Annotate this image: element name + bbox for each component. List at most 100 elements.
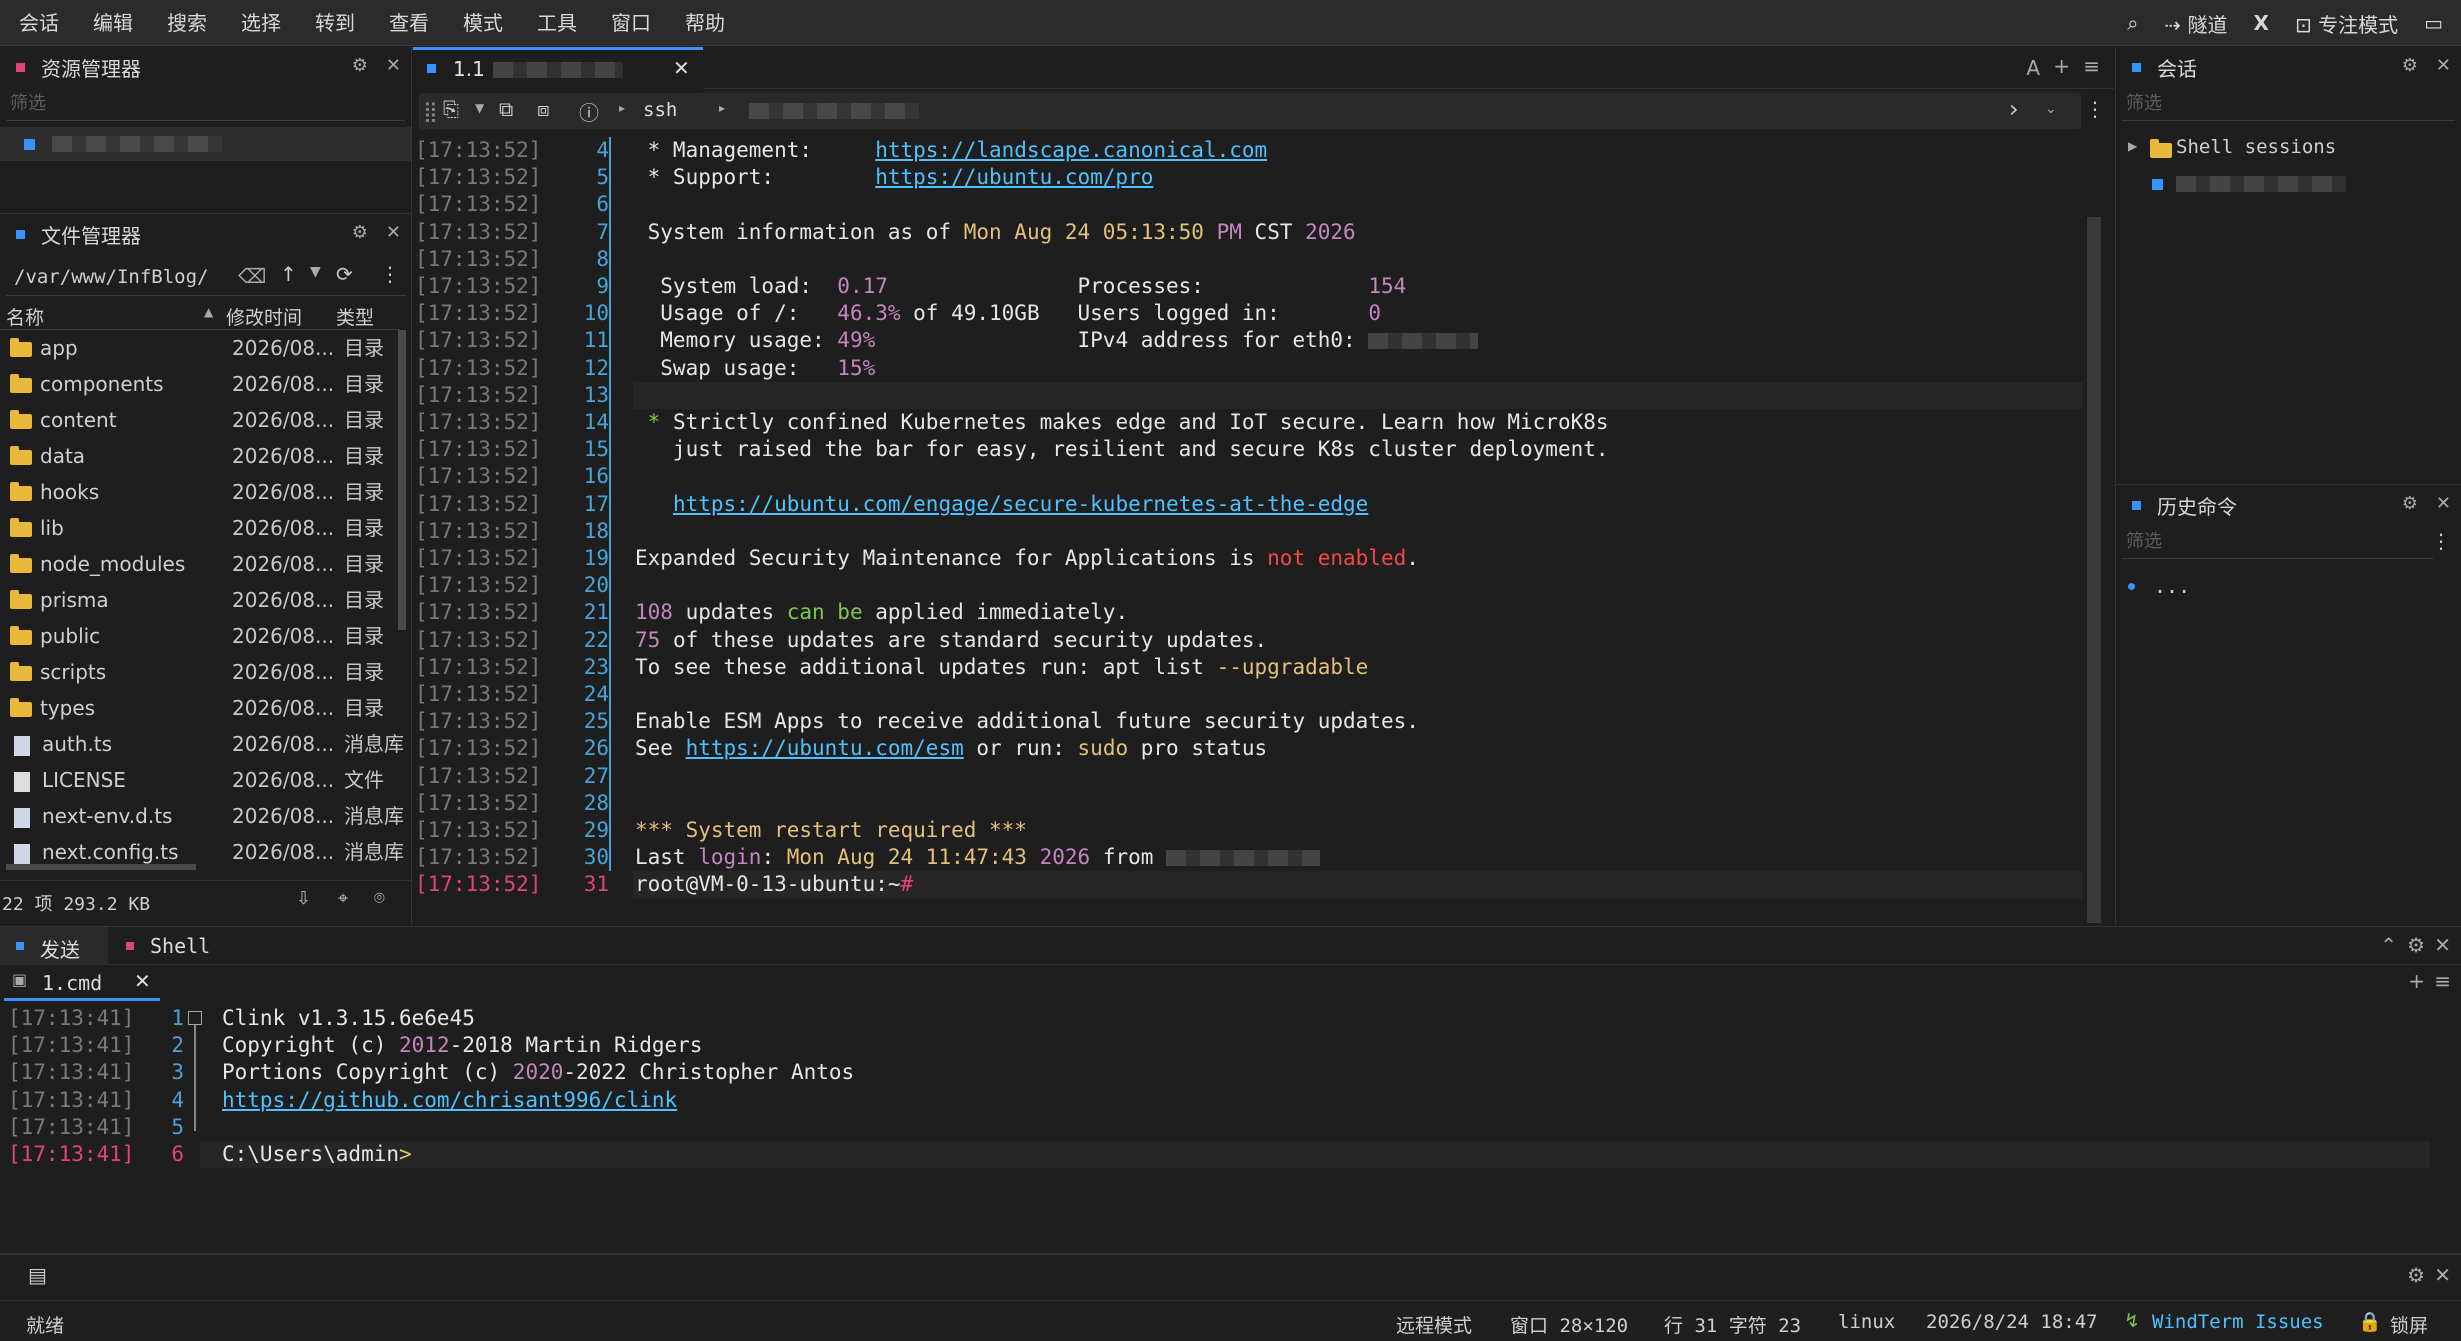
subtab-close-icon[interactable]: ✕ bbox=[134, 969, 151, 993]
column-type[interactable]: 类型 bbox=[336, 303, 374, 330]
menu-item-0[interactable]: 会话 bbox=[2, 0, 76, 46]
reconnect-icon[interactable]: ⧈ bbox=[537, 97, 550, 121]
file-row[interactable]: LICENSE 2026/08... 文件 bbox=[0, 762, 411, 798]
file-list-scrollbar[interactable] bbox=[398, 330, 406, 630]
gear-icon[interactable]: ⚙ bbox=[2407, 1263, 2425, 1287]
chevron-down-icon[interactable]: ⌄ bbox=[2045, 101, 2057, 117]
font-size-button[interactable]: A bbox=[2026, 56, 2040, 80]
column-name[interactable]: 名称 bbox=[6, 303, 44, 330]
file-row[interactable]: app 2026/08... 目录 bbox=[0, 330, 411, 366]
file-row[interactable]: prisma 2026/08... 目录 bbox=[0, 582, 411, 618]
add-tab-icon[interactable]: + bbox=[2053, 54, 2070, 78]
refresh-icon[interactable]: ⟳ bbox=[336, 262, 353, 286]
chevron-up-icon[interactable]: ⌃ bbox=[2380, 933, 2397, 957]
status-os[interactable]: linux bbox=[1838, 1311, 1895, 1333]
location-icon[interactable]: ⌖ bbox=[338, 888, 348, 909]
tunnel-button[interactable]: ⇢ 隧道 bbox=[2164, 9, 2227, 38]
tab-close-icon[interactable]: ✕ bbox=[673, 56, 690, 80]
menu-item-4[interactable]: 转到 bbox=[298, 0, 372, 46]
gear-icon[interactable]: ⚙ bbox=[2402, 55, 2418, 76]
status-remote-mode[interactable]: 远程模式 bbox=[1396, 1311, 1472, 1338]
column-mtime[interactable]: 修改时间 bbox=[226, 303, 302, 330]
menu-icon[interactable]: ≡ bbox=[2434, 969, 2451, 993]
terminal-link[interactable]: https://landscape.canonical.com bbox=[875, 138, 1267, 162]
chevron-down-icon[interactable]: ▼ bbox=[475, 101, 484, 115]
file-row[interactable]: public 2026/08... 目录 bbox=[0, 618, 411, 654]
close-icon[interactable]: ✕ bbox=[2434, 1263, 2451, 1287]
subtab-cmd[interactable]: ▣ 1.cmd ✕ bbox=[4, 965, 160, 1001]
chevron-right-icon[interactable]: › bbox=[2009, 95, 2019, 123]
menu-icon[interactable]: ≡ bbox=[2083, 54, 2100, 78]
more-icon[interactable]: ⋮ bbox=[2085, 97, 2105, 121]
document-icon[interactable]: ▤ bbox=[28, 1263, 47, 1287]
cmd-output[interactable]: [17:13:41] 1 Clink v1.3.15.6e6e45 [17:13:41… bbox=[0, 1005, 2440, 1205]
ssh-breadcrumb[interactable]: ssh bbox=[643, 99, 677, 121]
expand-arrow-icon[interactable]: ▶ bbox=[2128, 139, 2137, 153]
search-icon[interactable]: ⌕ bbox=[2127, 11, 2138, 35]
terminal-link[interactable]: https://github.com/chrisant996/clink bbox=[222, 1088, 677, 1112]
file-row[interactable]: auth.ts 2026/08... 消息库 bbox=[0, 726, 411, 762]
menu-item-1[interactable]: 编辑 bbox=[76, 0, 150, 46]
file-row[interactable]: scripts 2026/08... 目录 bbox=[0, 654, 411, 690]
new-session-icon[interactable]: ⎘ bbox=[443, 97, 459, 121]
history-filter-input[interactable]: 筛选 bbox=[2122, 525, 2433, 559]
close-icon[interactable]: ✕ bbox=[2434, 933, 2451, 957]
issues-link[interactable]: WindTerm Issues bbox=[2152, 1311, 2324, 1333]
window-icon[interactable]: ▭ bbox=[2424, 11, 2443, 35]
resource-item[interactable] bbox=[0, 127, 411, 161]
close-icon[interactable]: ✕ bbox=[2436, 493, 2451, 514]
terminal-link[interactable]: https://ubuntu.com/engage/secure-kuberne… bbox=[673, 492, 1368, 516]
menu-item-5[interactable]: 查看 bbox=[372, 0, 446, 46]
download-icon[interactable]: ⇩ bbox=[296, 888, 311, 909]
file-row[interactable]: hooks 2026/08... 目录 bbox=[0, 474, 411, 510]
clear-icon[interactable]: ⌫ bbox=[238, 264, 266, 288]
file-row[interactable]: data 2026/08... 目录 bbox=[0, 438, 411, 474]
duplicate-icon[interactable]: ⧉ bbox=[499, 97, 513, 121]
lock-screen-button[interactable]: 锁屏 bbox=[2390, 1311, 2428, 1338]
session-group[interactable]: ▶ Shell sessions bbox=[2116, 131, 2461, 165]
file-row[interactable]: node_modules 2026/08... 目录 bbox=[0, 546, 411, 582]
terminal-link[interactable]: https://ubuntu.com/pro bbox=[875, 165, 1153, 189]
more-icon[interactable]: ⋮ bbox=[380, 262, 400, 286]
add-tab-icon[interactable]: + bbox=[2408, 969, 2425, 993]
resource-filter-input[interactable]: 筛选 bbox=[6, 87, 405, 121]
status-cursor-position[interactable]: 行 31 字符 23 bbox=[1664, 1311, 1801, 1338]
menu-item-8[interactable]: 窗口 bbox=[594, 0, 668, 46]
focus-mode-button[interactable]: ⊡ 专注模式 bbox=[2295, 9, 2398, 38]
tab-send[interactable]: 发送 bbox=[0, 927, 108, 965]
menu-item-6[interactable]: 模式 bbox=[446, 0, 520, 46]
user-location-icon[interactable]: ⌾ bbox=[374, 888, 385, 909]
x-icon[interactable]: X bbox=[2254, 11, 2269, 35]
fold-toggle-icon[interactable] bbox=[188, 1011, 202, 1025]
file-row[interactable]: next-env.d.ts 2026/08... 消息库 bbox=[0, 798, 411, 834]
file-row[interactable]: types 2026/08... 目录 bbox=[0, 690, 411, 726]
close-icon[interactable]: ✕ bbox=[386, 55, 401, 76]
session-filter-input[interactable]: 筛选 bbox=[2122, 87, 2455, 121]
file-row[interactable]: lib 2026/08... 目录 bbox=[0, 510, 411, 546]
terminal-scrollbar[interactable] bbox=[2087, 217, 2101, 923]
session-item[interactable] bbox=[2116, 167, 2461, 201]
menu-item-2[interactable]: 搜索 bbox=[150, 0, 224, 46]
terminal-link[interactable]: https://ubuntu.com/esm bbox=[686, 736, 964, 760]
tab-shell[interactable]: Shell bbox=[108, 927, 228, 965]
menu-item-3[interactable]: 选择 bbox=[224, 0, 298, 46]
history-item[interactable]: ... bbox=[2116, 571, 2461, 603]
file-row[interactable]: components 2026/08... 目录 bbox=[0, 366, 411, 402]
menu-item-9[interactable]: 帮助 bbox=[668, 0, 742, 46]
file-list-hscrollbar[interactable] bbox=[6, 864, 196, 870]
chevron-down-icon[interactable]: ▼ bbox=[310, 264, 321, 280]
gear-icon[interactable]: ⚙ bbox=[2402, 493, 2418, 514]
gear-icon[interactable]: ⚙ bbox=[352, 55, 368, 76]
menu-item-7[interactable]: 工具 bbox=[520, 0, 594, 46]
file-row[interactable]: content 2026/08... 目录 bbox=[0, 402, 411, 438]
path-input[interactable]: /var/www/InfBlog/ bbox=[14, 266, 208, 288]
more-icon[interactable]: ⋮ bbox=[2431, 529, 2451, 553]
status-window-size[interactable]: 窗口 28×120 bbox=[1510, 1311, 1628, 1338]
editor-tab[interactable]: 1.1 ✕ bbox=[413, 47, 703, 89]
gear-icon[interactable]: ⚙ bbox=[352, 222, 368, 243]
up-arrow-icon[interactable]: ↑ bbox=[280, 262, 297, 286]
close-icon[interactable]: ✕ bbox=[2436, 55, 2451, 76]
gear-icon[interactable]: ⚙ bbox=[2407, 933, 2425, 957]
close-icon[interactable]: ✕ bbox=[386, 222, 401, 243]
info-icon[interactable]: ⓘ bbox=[579, 97, 599, 126]
